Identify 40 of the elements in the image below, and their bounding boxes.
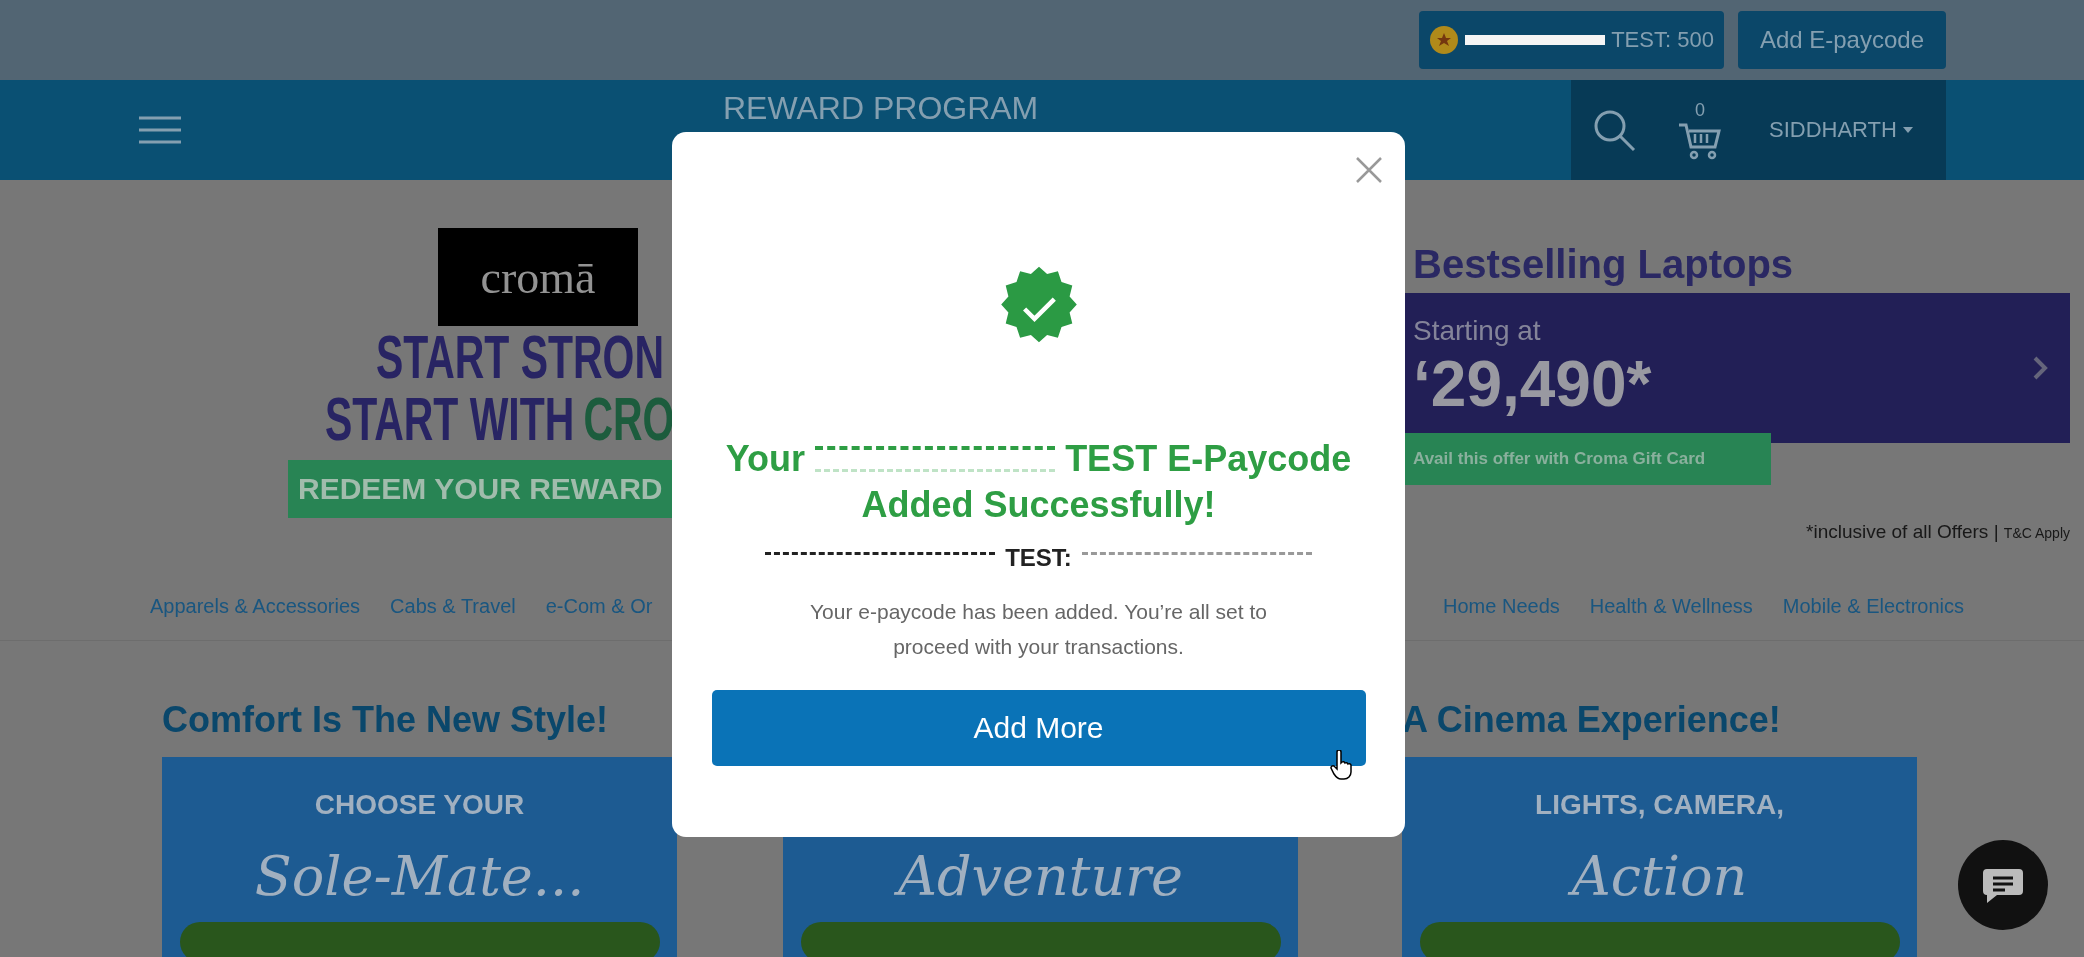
card-caption: CHOOSE YOUR [314,789,525,822]
promo-card[interactable]: LIGHTS, CAMERA, Action [1402,757,1917,957]
success-heading: TEST E-Paycode [1065,437,1352,481]
section-title: Comfort Is The New Style! [162,699,610,739]
category-link[interactable]: Home Needs [1443,595,1560,640]
banner-headline: START STRON [376,326,664,388]
program-title: REWARD PROGRAM [723,90,1039,127]
card-caption: LIGHTS, CAMERA, [1535,789,1784,822]
promo-card[interactable]: CHOOSE YOUR Sole-Mate... [162,757,677,957]
section-title: A Cinema Experience! [1402,699,1782,739]
category-link[interactable]: e-Com & Or [545,595,653,640]
code-label: TEST: [1005,544,1072,572]
category-link[interactable]: Apparels & Accessories [150,595,361,640]
points-badge[interactable]: TEST: 500 [1419,11,1724,69]
coin-icon [1429,25,1460,55]
caret-icon [1902,127,1913,133]
chevron-right-icon[interactable] [2032,355,2048,381]
add-more-button[interactable]: Add More [711,690,1366,766]
menu-icon[interactable] [137,115,183,145]
category-link[interactable]: Cabs & Travel [390,595,516,640]
terms-link[interactable]: T&C Apply [2003,525,2070,541]
laptop-offer-banner[interactable]: Starting at ‘29,490* [1405,293,2070,443]
points-text: TEST: 500 [1611,27,1714,53]
card-script-text: Sole-Mate... [254,845,585,908]
category-link[interactable]: Health & Wellness [1589,595,1753,640]
gift-card-offer: Avail this offer with Croma Gift Card [1405,433,1771,485]
croma-logo: cromā [438,228,638,326]
cart-count: 0 [1695,99,1705,121]
banner-headline: START WITH [325,388,575,450]
hand-cursor-icon [1330,750,1352,780]
banner-headline: CRO [583,388,675,450]
user-menu[interactable]: SIDDHARTH [1763,116,1919,144]
starting-text: Starting at [1413,315,1542,347]
offers-note: *inclusive of all Offers | [1806,521,1999,542]
success-message: Your e-paycode has been added. You’re all set to proceed with your transactions. [809,599,1268,660]
banner-title: Bestselling Laptops [1413,242,1795,287]
close-icon[interactable] [1355,156,1383,184]
add-epaycode-button[interactable]: Add E-paycode [1737,11,1946,69]
price-text: ‘29,490* [1413,347,1652,421]
category-link[interactable]: Mobile & Electronics [1782,595,1964,640]
